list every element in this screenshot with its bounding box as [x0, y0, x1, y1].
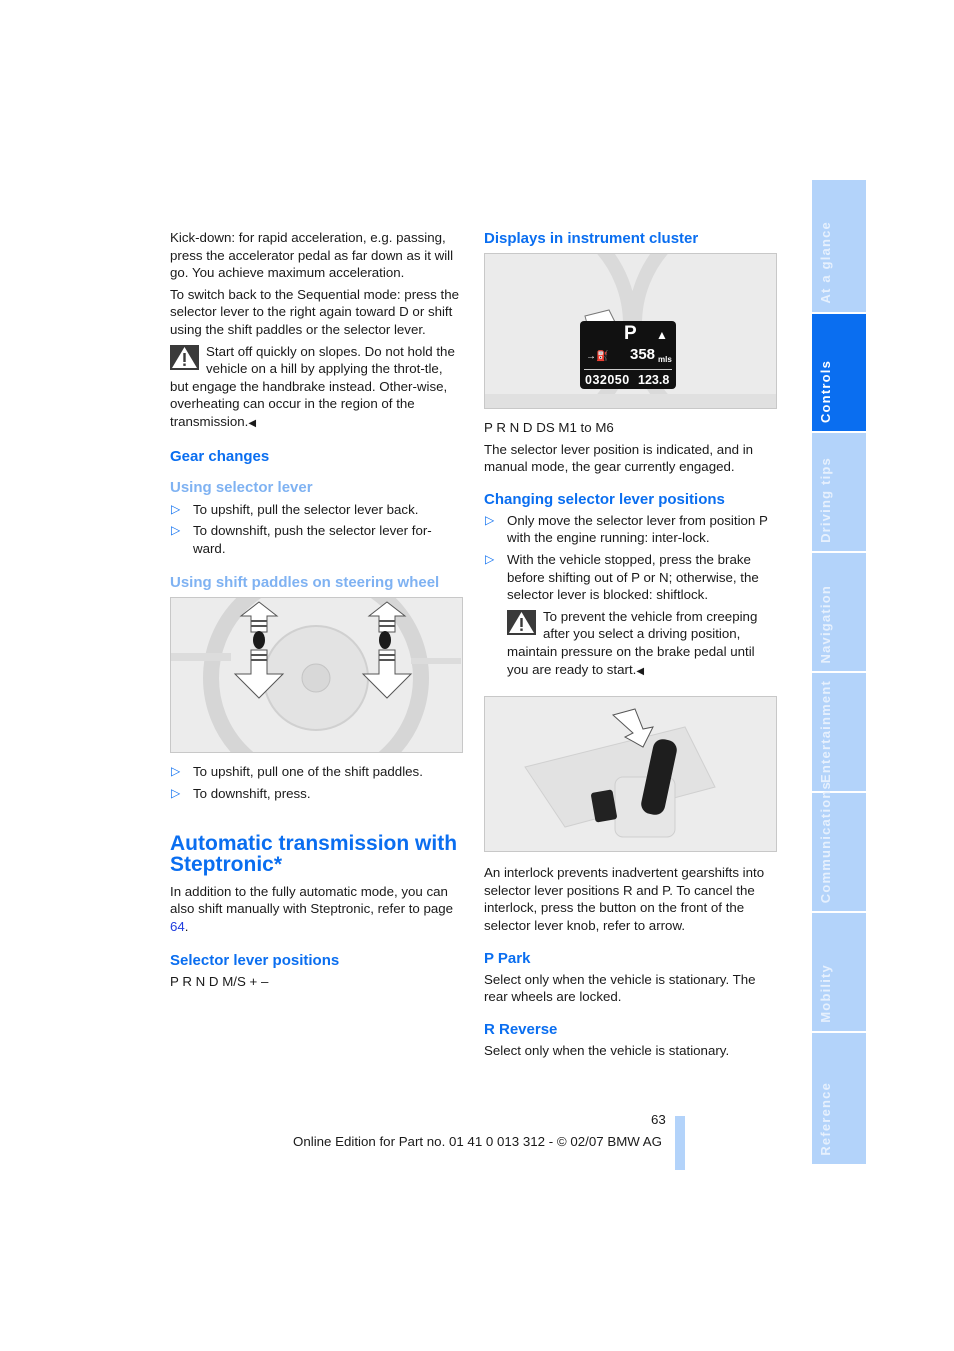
- steering-wheel-paddles-illustration: [170, 597, 463, 754]
- tab-driving-tips[interactable]: Driving tips: [812, 433, 866, 551]
- reverse-text: Select only when the vehicle is stationa…: [484, 1042, 730, 1058]
- list-item: ▷ To upshift, pull one of the shift paddl…: [171, 764, 423, 780]
- page-number: 63: [651, 1112, 666, 1127]
- list-item: ▷ With the vehicle stopped, press the bra…: [485, 551, 759, 603]
- park-text: Select only when the vehicle is stationa…: [484, 971, 756, 1005]
- edition-footer: Online Edition for Part no. 01 41 0 013 …: [293, 1134, 663, 1149]
- shift-paddles-subheading: Using shift paddles on steering wheel: [170, 574, 440, 592]
- range-unit: mls: [658, 355, 672, 364]
- selector-lever-subheading: Using selector lever: [170, 478, 313, 496]
- cluster-display: P ▲ →⛽ 358 mls 032050 123.8: [580, 321, 676, 389]
- right-column: Displays in instrument cluster P ▲ →⛽ 35…: [484, 229, 777, 1063]
- cluster-positions-text: P R N D DS M1 to M6: [484, 420, 614, 435]
- tab-communications[interactable]: Communications: [812, 781, 866, 911]
- tab-reference[interactable]: Reference: [812, 1033, 866, 1164]
- warning-triangle-icon: [507, 609, 536, 635]
- warning-note-slopes: Start off quickly on slopes. Do not hold…: [170, 343, 462, 433]
- footer-color-bar: [675, 1116, 685, 1170]
- left-column: Kick-down: for rapid acceleration, e.g. …: [170, 229, 463, 995]
- tab-entertainment[interactable]: Entertainment: [812, 673, 866, 791]
- instrument-cluster-illustration: P ▲ →⛽ 358 mls 032050 123.8: [484, 253, 777, 409]
- warning-text: To prevent the vehicle from creeping aft…: [507, 608, 758, 677]
- selector-lever-drawing: [485, 697, 776, 852]
- changing-positions-list: ▷ Only move the selector lever from posit…: [484, 512, 776, 604]
- selector-lever-list: ▷ To upshift, pull the selector lever bac…: [170, 501, 462, 558]
- park-heading: P Park: [484, 949, 531, 967]
- trip-value: 123.8: [638, 373, 670, 387]
- changing-positions-heading: Changing selector lever positions: [484, 490, 725, 508]
- end-mark-icon: ◀: [248, 417, 257, 429]
- triangle-bullet-icon: ▷: [171, 523, 181, 538]
- tab-controls[interactable]: Controls: [812, 314, 866, 431]
- odometer-value: 032050: [585, 373, 630, 387]
- list-item: ▷ Only move the selector lever from posit…: [485, 512, 768, 546]
- list-item: ▷ To downshift, press.: [171, 785, 311, 801]
- warning-triangle-icon: ▲: [656, 328, 668, 342]
- triangle-bullet-icon: ▷: [171, 501, 181, 516]
- gear-indicator: P: [624, 323, 637, 344]
- end-mark-icon: ◀: [636, 665, 645, 677]
- triangle-bullet-icon: ▷: [171, 764, 181, 779]
- selector-positions-text: P R N D M/S + –: [170, 974, 269, 990]
- selector-positions-heading: Selector lever positions: [170, 952, 340, 970]
- selector-lever-illustration: [484, 696, 777, 853]
- interlock-paragraph: An interlock prevents inadvertent gearsh…: [484, 865, 765, 933]
- warning-triangle-icon: [170, 344, 199, 370]
- steptronic-intro: In addition to the fully automatic mode,…: [170, 883, 454, 934]
- warning-text: Start off quickly on slopes. Do not hold…: [170, 343, 455, 429]
- warning-note-creeping: To prevent the vehicle from creeping aft…: [507, 608, 776, 680]
- gear-changes-heading: Gear changes: [170, 447, 270, 465]
- fuel-pump-icon: →⛽: [586, 351, 609, 362]
- tab-mobility[interactable]: Mobility: [812, 913, 866, 1031]
- reverse-heading: R Reverse: [484, 1020, 558, 1038]
- triangle-bullet-icon: ▷: [485, 551, 495, 566]
- displays-heading: Displays in instrument cluster: [484, 230, 699, 247]
- triangle-bullet-icon: ▷: [171, 785, 181, 800]
- indicated-paragraph: The selector lever position is indicated…: [484, 441, 754, 475]
- triangle-bullet-icon: ▷: [485, 512, 495, 527]
- kickdown-paragraph: Kick-down: for rapid acceleration, e.g. …: [170, 230, 454, 281]
- chapter-tabs: At a glance Controls Driving tips Naviga…: [812, 180, 866, 1166]
- switch-back-paragraph: To switch back to the Sequential mode: p…: [170, 286, 459, 337]
- shift-paddles-list: ▷ To upshift, pull one of the shift paddl…: [170, 763, 462, 802]
- steering-wheel-drawing: [171, 598, 462, 753]
- list-item: ▷ To upshift, pull the selector lever bac…: [171, 501, 419, 517]
- range-value: 358: [630, 346, 656, 363]
- tab-navigation[interactable]: Navigation: [812, 553, 866, 671]
- list-item: ▷ To downshift, push the selector lever f…: [171, 523, 432, 556]
- section-title-steptronic: Automatic transmission with Steptronic*: [170, 831, 458, 876]
- tab-at-a-glance[interactable]: At a glance: [812, 180, 866, 312]
- page-64-link[interactable]: 64: [170, 919, 185, 934]
